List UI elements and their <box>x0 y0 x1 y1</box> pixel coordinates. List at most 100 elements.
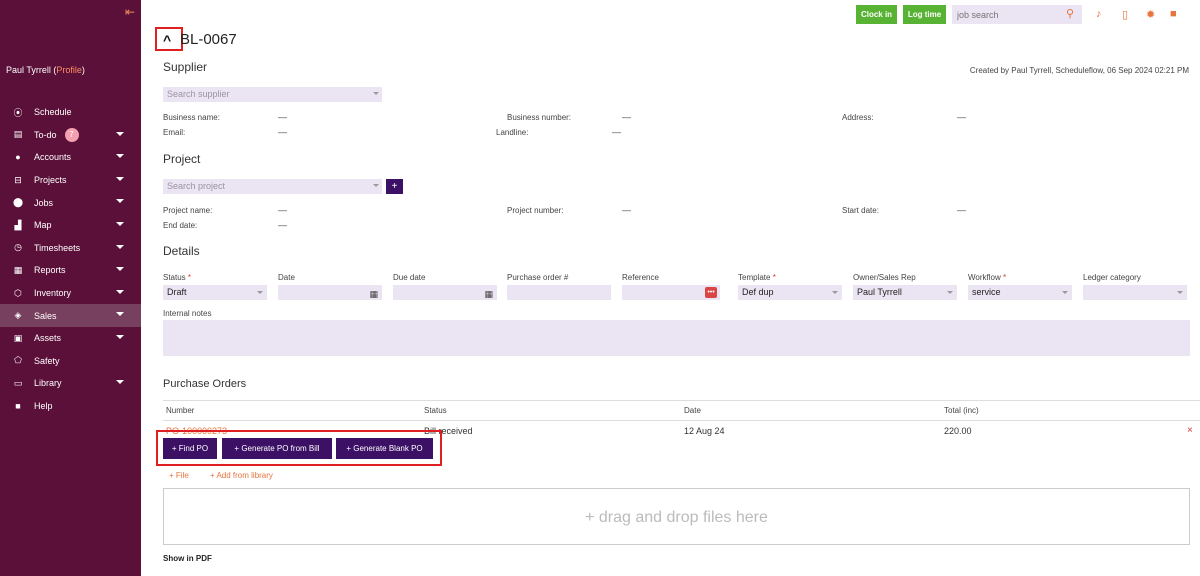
reference-field[interactable]: ••• <box>622 285 720 300</box>
log-time-button[interactable]: Log time <box>903 5 946 24</box>
sidebar-item-reports[interactable]: ▦ Reports <box>0 259 141 282</box>
sidebar-item-accounts[interactable]: ● Accounts <box>0 146 141 169</box>
user-name: Paul Tyrrell <box>6 65 51 75</box>
calendar-icon[interactable]: ▦ <box>484 287 493 302</box>
chevron-down-icon[interactable] <box>116 312 124 317</box>
assets-icon: ▣ <box>13 332 23 343</box>
date-field[interactable]: ▦ <box>278 285 382 300</box>
generate-po-from-bill-button[interactable]: + Generate PO from Bill <box>222 438 332 459</box>
bell-icon[interactable]: ♪ <box>1096 8 1102 20</box>
owner-select[interactable]: Paul Tyrrell <box>853 285 957 300</box>
find-po-button[interactable]: + Find PO <box>163 438 217 459</box>
sidebar-item-safety[interactable]: ⬠ Safety <box>0 350 141 373</box>
divider <box>163 400 1200 401</box>
project-name-value: — <box>278 205 287 215</box>
dots-icon[interactable]: ••• <box>705 287 717 298</box>
reference-label: Reference <box>622 273 659 282</box>
po-number-field[interactable] <box>507 285 611 300</box>
chevron-down-icon[interactable] <box>116 380 124 385</box>
gear-icon[interactable]: ✹ <box>1146 8 1155 21</box>
sidebar-item-label: Safety <box>34 355 60 366</box>
supplier-search-select[interactable]: Search supplier <box>163 87 382 102</box>
sidebar-item-to-do[interactable]: ▤ To-do 7 <box>0 124 141 147</box>
sidebar-item-sales[interactable]: ◈ Sales <box>0 304 141 327</box>
sidebar-item-map[interactable]: ▟ Map <box>0 214 141 237</box>
chevron-down-icon[interactable] <box>116 131 124 136</box>
mobile-icon[interactable]: ▯ <box>1122 8 1128 21</box>
details-heading: Details <box>163 244 200 258</box>
chevron-down-icon[interactable] <box>116 244 124 249</box>
sidebar-item-label: Reports <box>34 265 66 276</box>
sidebar-item-label: Map <box>34 220 52 231</box>
project-number-label: Project number: <box>507 206 564 215</box>
sidebar-item-library[interactable]: ▭ Library <box>0 372 141 395</box>
job-search-input[interactable] <box>952 5 1082 24</box>
user-info: Paul Tyrrell (Profile) <box>6 65 85 75</box>
sidebar-item-inventory[interactable]: ⬡ Inventory <box>0 282 141 305</box>
add-from-library-link[interactable]: + Add from library <box>210 471 273 480</box>
sidebar-item-label: To-do <box>34 129 57 140</box>
generate-blank-po-button[interactable]: + Generate Blank PO <box>336 438 433 459</box>
profile-link[interactable]: Profile <box>56 65 82 75</box>
page-title: BL-0067 <box>180 31 237 48</box>
clock-in-button[interactable]: Clock in <box>856 5 897 24</box>
safety-icon: ⬠ <box>14 355 22 366</box>
chevron-down-icon[interactable] <box>116 154 124 159</box>
chevron-down-icon <box>373 92 379 95</box>
add-project-button[interactable]: + <box>386 179 403 194</box>
created-info: Created by Paul Tyrrell, Scheduleflow, 0… <box>969 66 1189 75</box>
template-select[interactable]: Def dup <box>738 285 842 300</box>
workflow-select[interactable]: service <box>968 285 1072 300</box>
sidebar-item-label: Library <box>34 378 62 389</box>
purchase-orders-heading: Purchase Orders <box>163 378 247 390</box>
chevron-down-icon[interactable] <box>116 199 124 204</box>
status-value: Draft <box>167 287 187 297</box>
project-number-value: — <box>622 205 631 215</box>
business-name-label: Business name: <box>163 113 220 122</box>
sidebar-item-timesheets[interactable]: ◷ Timesheets <box>0 237 141 260</box>
chevron-down-icon[interactable] <box>116 221 124 226</box>
sidebar-item-help[interactable]: ■ Help <box>0 395 141 418</box>
chevron-down-icon[interactable] <box>116 267 124 272</box>
collapse-left-icon[interactable]: ⇤ <box>125 5 135 19</box>
chevron-down-icon <box>1177 291 1183 294</box>
internal-notes-field[interactable] <box>163 320 1190 356</box>
email-value: — <box>278 127 287 137</box>
library-icon: ▭ <box>13 377 23 388</box>
email-label: Email: <box>163 128 186 137</box>
file-dropzone[interactable]: + drag and drop files here <box>163 488 1190 545</box>
sidebar-item-label: Projects <box>34 175 67 186</box>
collapse-section-button[interactable]: ^ <box>155 27 183 51</box>
sidebar: ⇤ Paul Tyrrell (Profile) ⦿ Schedule ▤ To-do… <box>0 0 141 576</box>
delete-icon[interactable]: × <box>1187 425 1193 436</box>
po-date: 12 Aug 24 <box>684 426 725 436</box>
square-icon[interactable]: ■ <box>1170 8 1177 20</box>
calendar-icon[interactable]: ▦ <box>369 287 378 302</box>
sidebar-item-label: Schedule <box>34 107 72 118</box>
chevron-down-icon[interactable] <box>116 334 124 339</box>
sidebar-item-jobs[interactable]: ⬤ Jobs <box>0 191 141 214</box>
todo-icon: ▤ <box>13 129 23 140</box>
sidebar-item-projects[interactable]: ⊟ Projects <box>0 169 141 192</box>
landline-label: Landline: <box>496 128 529 137</box>
chevron-down-icon[interactable] <box>116 289 124 294</box>
sidebar-item-assets[interactable]: ▣ Assets <box>0 327 141 350</box>
business-name-value: — <box>278 112 287 122</box>
accounts-icon: ● <box>15 152 21 163</box>
workflow-value: service <box>972 287 1001 297</box>
sidebar-item-schedule[interactable]: ⦿ Schedule <box>0 101 141 124</box>
column-header-date: Date <box>684 406 701 415</box>
due-date-field[interactable]: ▦ <box>393 285 497 300</box>
column-header-number: Number <box>166 406 195 415</box>
reports-icon: ▦ <box>13 264 23 275</box>
sidebar-item-label: Jobs <box>34 197 54 208</box>
search-icon[interactable]: ⚲ <box>1066 7 1074 20</box>
chevron-down-icon <box>1062 291 1068 294</box>
projects-icon: ⊟ <box>14 174 22 185</box>
project-search-select[interactable]: Search project <box>163 179 382 194</box>
sidebar-item-label: Inventory <box>34 288 72 299</box>
status-select[interactable]: Draft <box>163 285 267 300</box>
ledger-select[interactable] <box>1083 285 1187 300</box>
add-file-link[interactable]: + File <box>169 471 189 480</box>
chevron-down-icon[interactable] <box>116 176 124 181</box>
